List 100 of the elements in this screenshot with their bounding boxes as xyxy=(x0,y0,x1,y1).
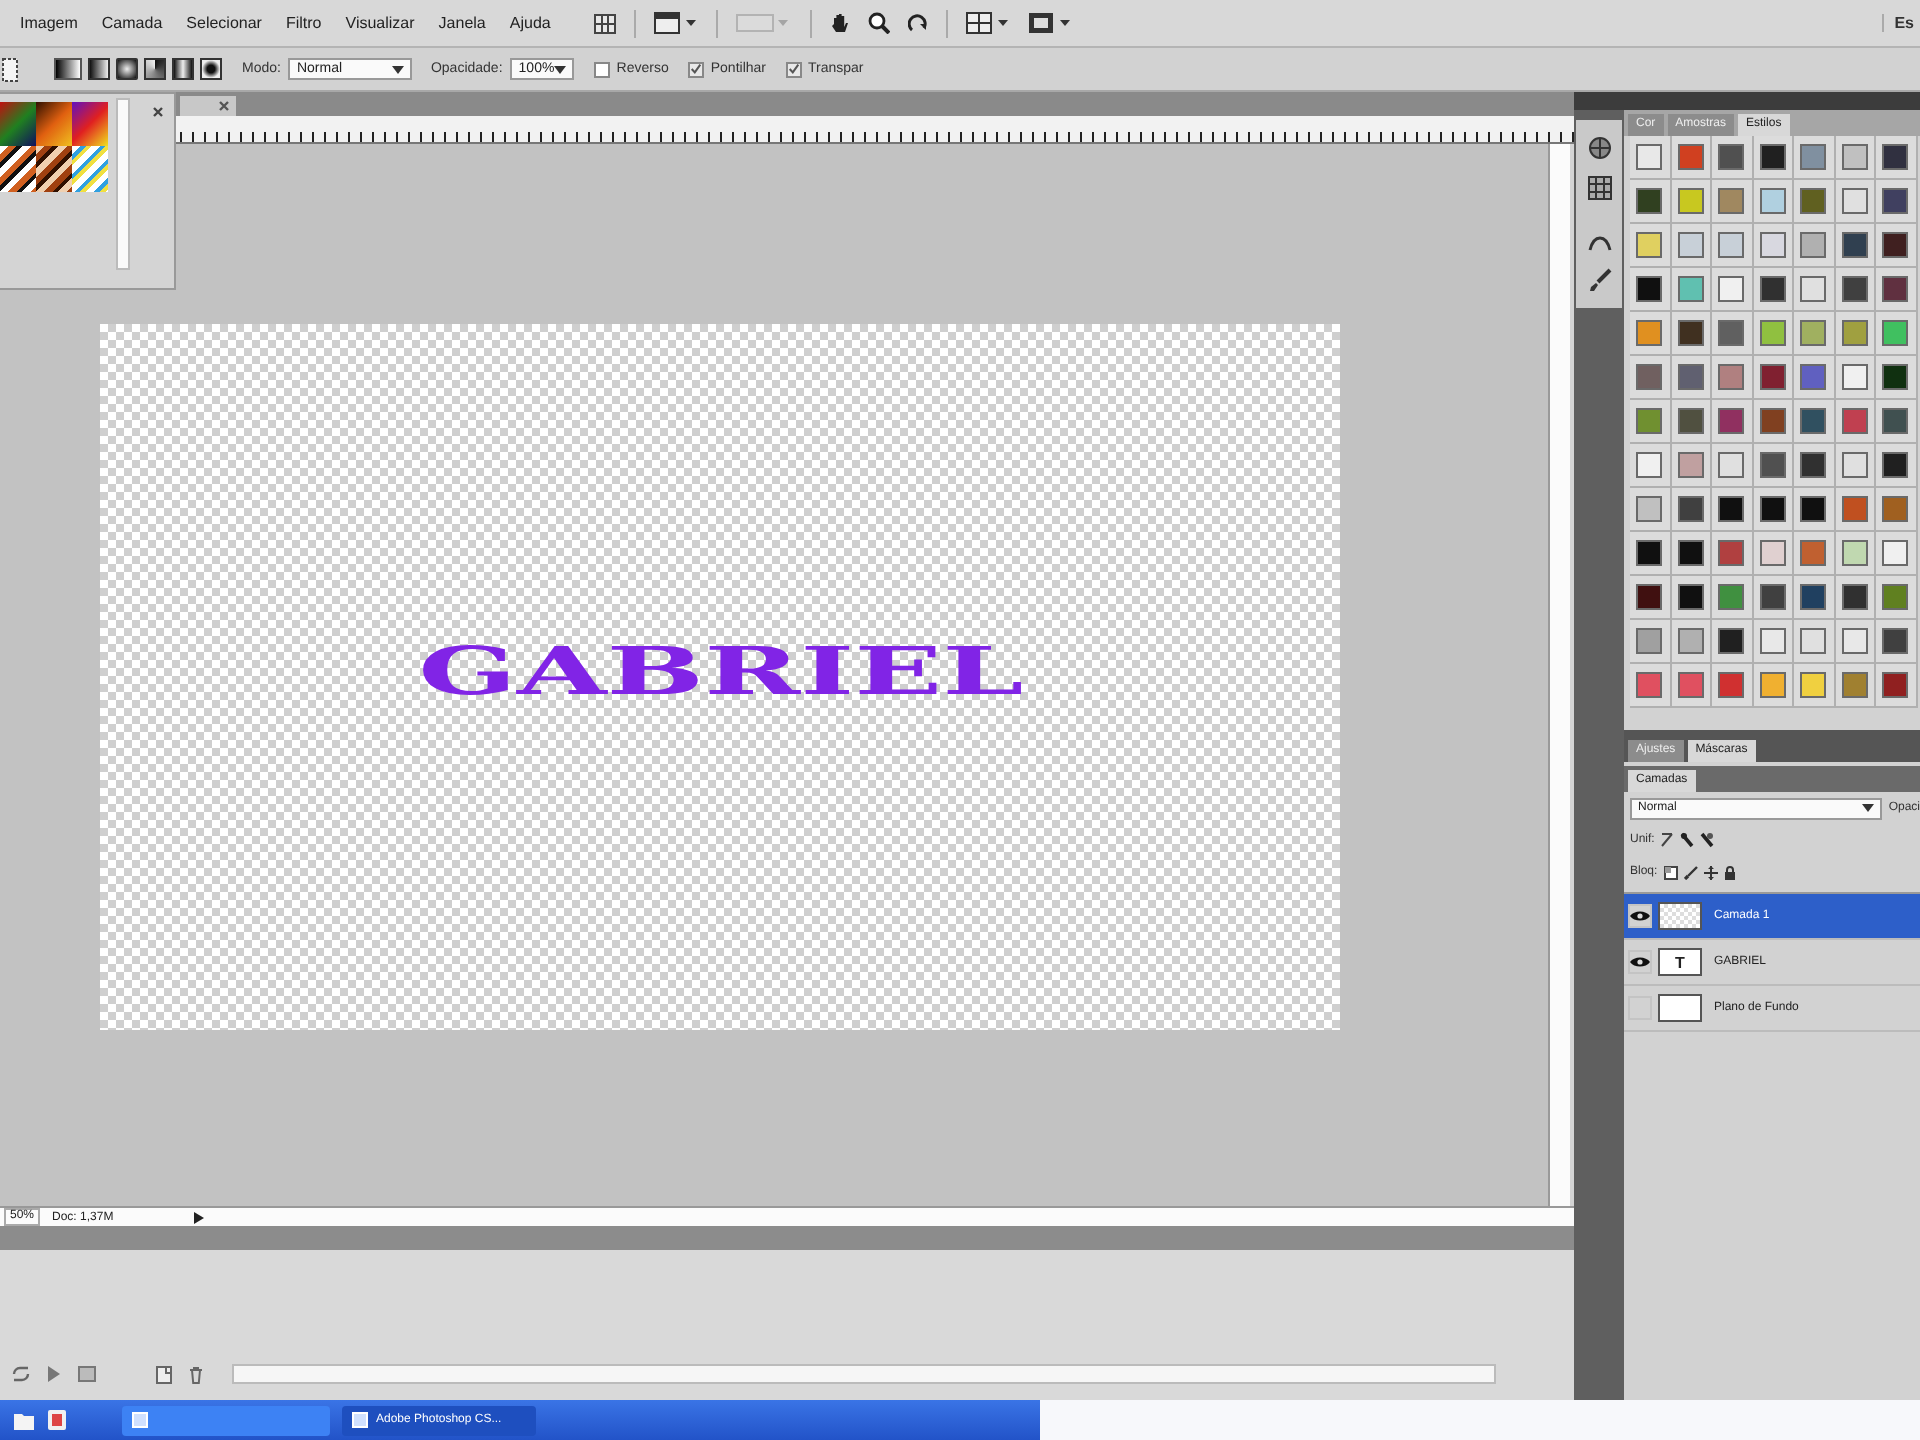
style-swatch-icon[interactable] xyxy=(1759,584,1786,610)
checkbox[interactable] xyxy=(594,61,611,77)
gradient-preview-field[interactable] xyxy=(54,58,82,80)
style-swatch-icon[interactable] xyxy=(1800,276,1827,302)
unify-visibility-icon[interactable] xyxy=(1680,832,1695,848)
style-swatch-icon[interactable] xyxy=(1759,320,1786,346)
style-swatch-icon[interactable] xyxy=(1800,364,1827,390)
style-swatch-icon[interactable] xyxy=(1759,144,1786,170)
style-swatch-icon[interactable] xyxy=(1636,188,1663,214)
checkbox[interactable] xyxy=(786,61,802,77)
style-swatch-icon[interactable] xyxy=(1718,672,1745,698)
bottom-scrollbar[interactable] xyxy=(232,1364,1496,1384)
style-swatch-icon[interactable] xyxy=(1882,364,1909,390)
menu-item[interactable]: Janela xyxy=(438,14,486,32)
style-swatch-icon[interactable] xyxy=(1759,540,1786,566)
menu-item[interactable]: Imagem xyxy=(20,14,78,32)
style-swatch-icon[interactable] xyxy=(1636,672,1663,698)
radial-gradient-icon[interactable] xyxy=(116,58,138,80)
style-swatch-icon[interactable] xyxy=(1718,144,1745,170)
style-swatch-icon[interactable] xyxy=(1677,144,1704,170)
style-swatch-icon[interactable] xyxy=(1636,628,1663,654)
style-swatch-icon[interactable] xyxy=(1636,276,1663,302)
new-frame-icon[interactable] xyxy=(156,1365,172,1383)
style-swatch-icon[interactable] xyxy=(1759,672,1786,698)
color-wheel-icon[interactable] xyxy=(1587,136,1611,160)
style-swatch-icon[interactable] xyxy=(1759,276,1786,302)
style-swatch-icon[interactable] xyxy=(1718,276,1745,302)
rotate-icon[interactable] xyxy=(908,12,929,34)
grid-icon[interactable] xyxy=(594,13,617,33)
style-swatch-icon[interactable] xyxy=(1718,452,1745,478)
arrange-documents-icon[interactable] xyxy=(966,12,1011,34)
gradient-swatch[interactable] xyxy=(72,146,108,192)
taskbar-button[interactable] xyxy=(122,1405,330,1435)
triangle-right-icon[interactable] xyxy=(193,1211,204,1223)
style-swatch-icon[interactable] xyxy=(1718,628,1745,654)
linear-gradient-icon[interactable] xyxy=(88,58,110,80)
style-swatch-icon[interactable] xyxy=(1636,364,1663,390)
workspace-button[interactable]: Es xyxy=(1882,14,1920,32)
brush-icon[interactable] xyxy=(1587,268,1611,292)
style-swatch-icon[interactable] xyxy=(1718,540,1745,566)
style-swatch-icon[interactable] xyxy=(1800,628,1827,654)
style-swatch-icon[interactable] xyxy=(1800,408,1827,434)
app-icon[interactable] xyxy=(48,1410,66,1430)
lock-transparency-icon[interactable] xyxy=(1663,865,1678,879)
menu-item[interactable]: Selecionar xyxy=(186,14,262,32)
menu-item[interactable]: Filtro xyxy=(285,14,322,32)
menu-item[interactable]: Ajuda xyxy=(509,14,551,32)
style-swatch-icon[interactable] xyxy=(1677,452,1704,478)
style-swatch-icon[interactable] xyxy=(1636,540,1663,566)
gradient-swatch[interactable] xyxy=(0,146,36,192)
document-tab[interactable] xyxy=(180,96,236,116)
style-swatch-icon[interactable] xyxy=(1882,628,1909,654)
hand-icon[interactable] xyxy=(830,12,851,34)
close-icon[interactable] xyxy=(152,106,164,118)
style-swatch-icon[interactable] xyxy=(1882,452,1909,478)
style-swatch-icon[interactable] xyxy=(1841,320,1868,346)
trash-icon[interactable] xyxy=(188,1365,204,1383)
style-swatch-icon[interactable] xyxy=(1677,188,1704,214)
style-swatch-icon[interactable] xyxy=(1841,496,1868,522)
vertical-scrollbar[interactable] xyxy=(1548,144,1570,1206)
angle-gradient-icon[interactable] xyxy=(144,58,166,80)
style-swatch-icon[interactable] xyxy=(1800,452,1827,478)
unify-style-icon[interactable] xyxy=(1700,832,1715,848)
panel-scrollbar[interactable] xyxy=(116,98,130,270)
style-swatch-icon[interactable] xyxy=(1800,672,1827,698)
style-swatch-icon[interactable] xyxy=(1718,188,1745,214)
style-swatch-icon[interactable] xyxy=(1759,452,1786,478)
style-swatch-icon[interactable] xyxy=(1759,628,1786,654)
style-swatch-icon[interactable] xyxy=(1759,364,1786,390)
menu-item[interactable]: Visualizar xyxy=(345,14,415,32)
style-swatch-icon[interactable] xyxy=(1882,540,1909,566)
style-swatch-icon[interactable] xyxy=(1677,672,1704,698)
style-swatch-icon[interactable] xyxy=(1882,144,1909,170)
brush-icon[interactable] xyxy=(1683,865,1698,879)
style-swatch-icon[interactable] xyxy=(1636,144,1663,170)
style-swatch-icon[interactable] xyxy=(1841,540,1868,566)
style-swatch-icon[interactable] xyxy=(1800,540,1827,566)
move-icon[interactable] xyxy=(1703,865,1718,879)
style-swatch-icon[interactable] xyxy=(1841,672,1868,698)
style-swatch-icon[interactable] xyxy=(1800,320,1827,346)
style-swatch-icon[interactable] xyxy=(1800,188,1827,214)
style-swatch-icon[interactable] xyxy=(1882,584,1909,610)
reflected-gradient-icon[interactable] xyxy=(172,58,194,80)
style-swatch-icon[interactable] xyxy=(1677,232,1704,258)
style-swatch-icon[interactable] xyxy=(1882,232,1909,258)
tool-preset-icon[interactable] xyxy=(2,57,18,81)
style-swatch-icon[interactable] xyxy=(1841,144,1868,170)
style-swatch-icon[interactable] xyxy=(1718,584,1745,610)
close-icon[interactable] xyxy=(218,100,230,112)
style-swatch-icon[interactable] xyxy=(1677,276,1704,302)
style-swatch-icon[interactable] xyxy=(1841,276,1868,302)
style-swatch-icon[interactable] xyxy=(1841,408,1868,434)
style-swatch-icon[interactable] xyxy=(1841,628,1868,654)
diamond-gradient-icon[interactable] xyxy=(200,58,222,80)
play-icon[interactable] xyxy=(46,1366,62,1382)
style-swatch-icon[interactable] xyxy=(1882,496,1909,522)
style-swatch-icon[interactable] xyxy=(1677,496,1704,522)
style-swatch-icon[interactable] xyxy=(1841,188,1868,214)
style-swatch-icon[interactable] xyxy=(1800,584,1827,610)
gradient-swatch[interactable] xyxy=(36,146,72,192)
